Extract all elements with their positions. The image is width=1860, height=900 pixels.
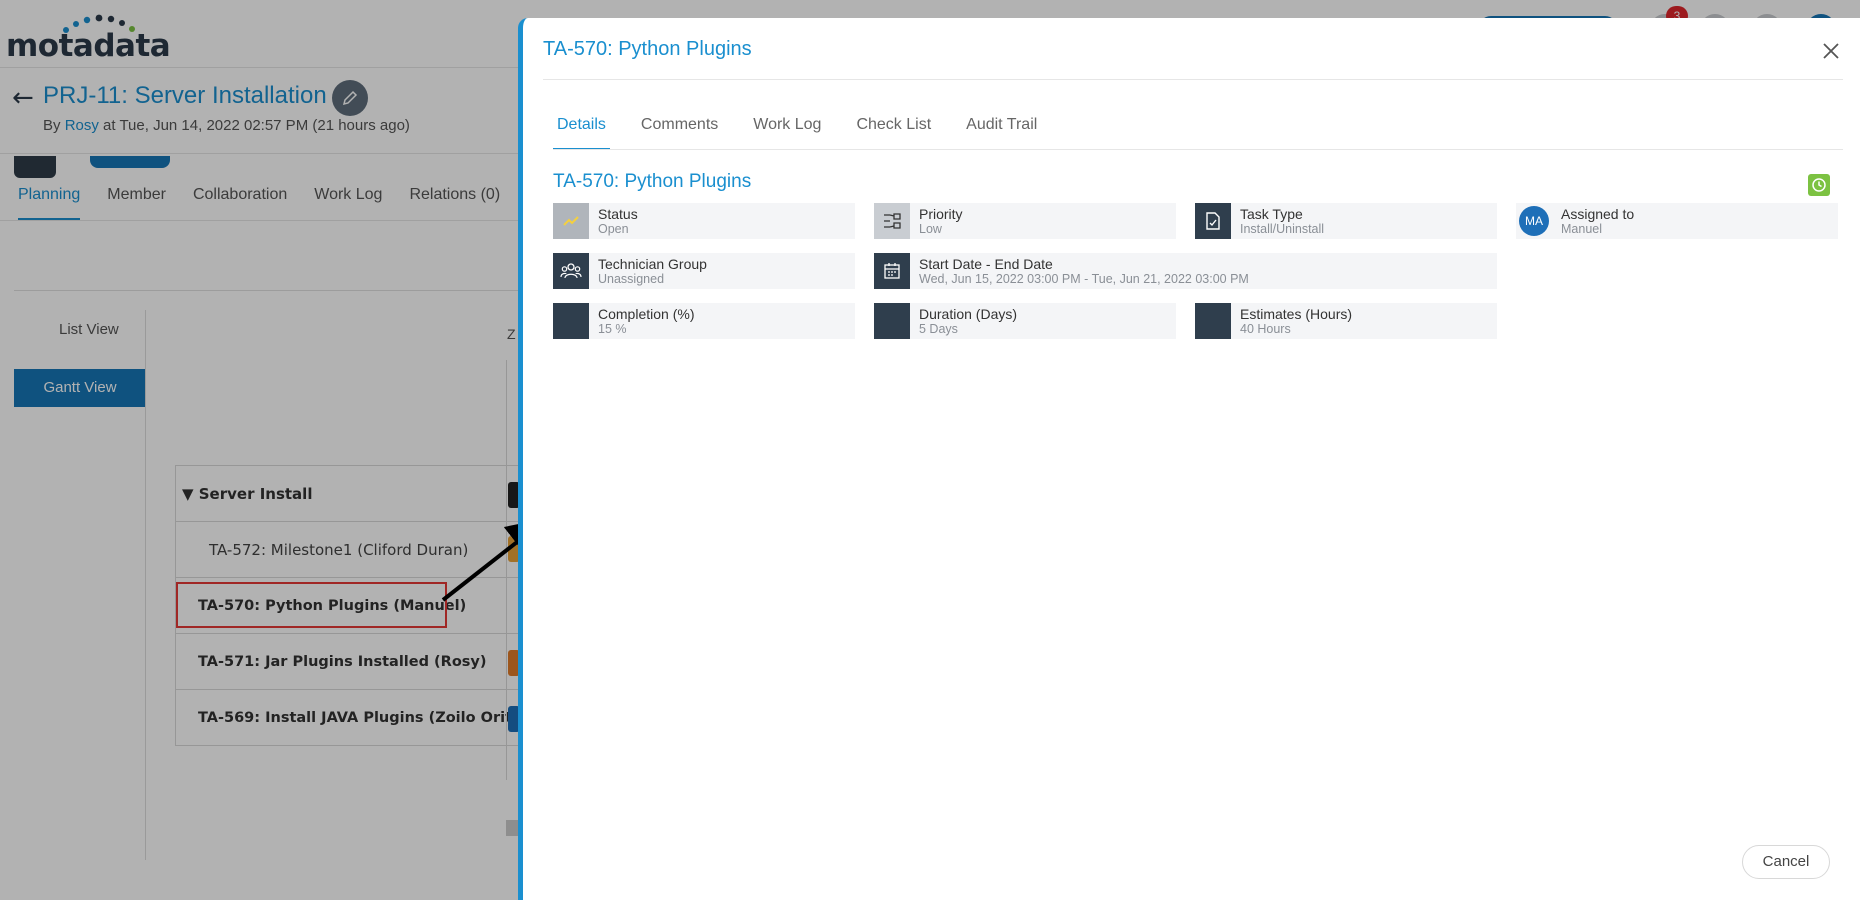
field-value: Low [919,221,942,236]
task-title: TA-570: Python Plugins [553,171,752,192]
field-label: Estimates (Hours) [1240,305,1353,322]
task-type-field[interactable]: Task Type Install/Uninstall [1195,203,1497,239]
field-value: Unassigned [598,271,665,286]
task-detail-drawer: TA-570: Python Plugins Details Comments … [518,18,1860,900]
field-value: Open [598,221,629,236]
tab-comments[interactable]: Comments [637,116,722,150]
field-value: 40 Hours [1240,321,1291,336]
cancel-button[interactable]: Cancel [1742,845,1830,879]
priority-icon [874,203,910,239]
avatar-container: MA [1516,203,1552,239]
field-value: 15 % [598,321,627,336]
trend-icon [553,203,589,239]
field-label: Start Date - End Date [919,255,1053,272]
field-label: Duration (Days) [919,305,1018,322]
completion-field[interactable]: Completion (%) 15 % [553,303,855,339]
field-label: Assigned to [1561,205,1635,222]
document-check-icon [1195,203,1231,239]
assigned-to-field[interactable]: MA Assigned to Manuel [1516,203,1838,239]
drawer-tabs: Details Comments Work Log Check List Aud… [553,116,1068,150]
divider [543,79,1843,80]
field-value: Manuel [1561,221,1602,236]
field-label: Completion (%) [598,305,695,322]
users-icon [553,253,589,289]
completion-icon [553,303,589,339]
divider [553,149,1843,150]
field-label: Technician Group [598,255,707,272]
tab-audit-trail[interactable]: Audit Trail [962,116,1041,150]
drawer-title: TA-570: Python Plugins [543,38,752,60]
estimates-field[interactable]: Estimates (Hours) 40 Hours [1195,303,1497,339]
duration-icon [874,303,910,339]
field-label: Status [598,205,638,222]
duration-field[interactable]: Duration (Days) 5 Days [874,303,1176,339]
tab-details[interactable]: Details [553,116,610,150]
field-label: Priority [919,205,963,222]
technician-group-field[interactable]: Technician Group Unassigned [553,253,855,289]
tab-work-log[interactable]: Work Log [749,116,825,150]
field-label: Task Type [1240,205,1303,222]
tab-check-list[interactable]: Check List [852,116,935,150]
field-value: 5 Days [919,321,958,336]
status-field[interactable]: Status Open [553,203,855,239]
close-icon[interactable] [1820,40,1842,62]
calendar-icon [874,253,910,289]
estimates-icon [1195,303,1231,339]
avatar: MA [1519,206,1549,236]
field-value: Wed, Jun 15, 2022 03:00 PM - Tue, Jun 21… [919,271,1249,286]
priority-field[interactable]: Priority Low [874,203,1176,239]
date-range-field[interactable]: Start Date - End Date Wed, Jun 15, 2022 … [874,253,1497,289]
clock-icon[interactable] [1808,174,1830,196]
field-value: Install/Uninstall [1240,221,1325,236]
